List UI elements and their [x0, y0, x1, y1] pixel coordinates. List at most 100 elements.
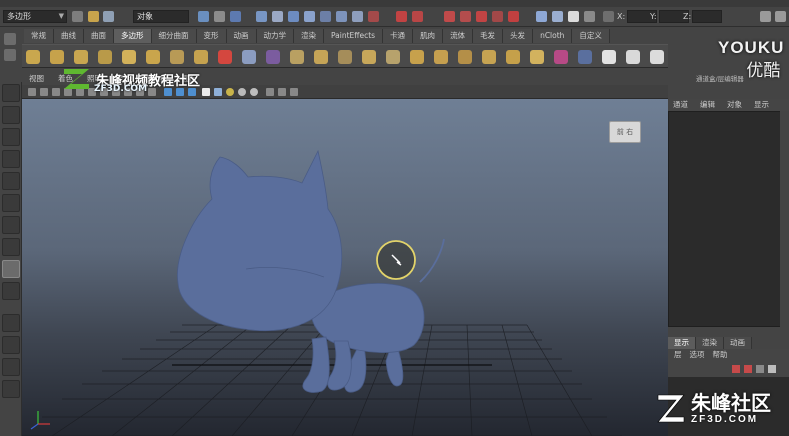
select-camera-icon[interactable] [28, 88, 36, 96]
shelf-tab-16[interactable]: 自定义 [572, 29, 610, 43]
poly-plane-icon[interactable] [122, 50, 136, 64]
shelf-tab-9[interactable]: PaintEffects [324, 29, 384, 43]
poly-helix-icon[interactable] [242, 50, 256, 64]
shelf-tab-7[interactable]: 动力学 [256, 29, 294, 43]
split-polygon-icon[interactable] [506, 50, 520, 64]
rotate-tool-icon[interactable] [2, 172, 20, 190]
layer-menu-item-1[interactable]: 选项 [690, 349, 705, 361]
render-settings-icon[interactable] [584, 11, 595, 22]
select-misc-icon[interactable] [368, 11, 379, 22]
select-rendering-icon[interactable] [352, 11, 363, 22]
single-perspective-layout-icon[interactable] [2, 314, 20, 332]
new-scene-icon[interactable] [72, 11, 83, 22]
layer-tab-0[interactable]: 显示 [668, 337, 696, 349]
channel-box-menu-item-3[interactable]: 显示 [754, 99, 769, 111]
poly-torus-icon[interactable] [146, 50, 160, 64]
channel-box-menu-item-2[interactable]: 对象 [727, 99, 742, 111]
new-layer-icon[interactable] [732, 365, 740, 373]
render-current-frame-icon[interactable] [552, 11, 563, 22]
menu-set-dropdown[interactable]: 多边形 ▼ [3, 10, 67, 23]
combine-icon[interactable] [290, 50, 304, 64]
use-all-lights-icon[interactable] [214, 88, 222, 96]
xray-icon[interactable] [278, 88, 286, 96]
layer-tab-2[interactable]: 动画 [724, 337, 752, 349]
poly-soccer-ball-icon[interactable] [266, 50, 280, 64]
shelf-tab-5[interactable]: 变形 [196, 29, 227, 43]
extrude-icon[interactable] [434, 50, 448, 64]
construction-history-icon[interactable] [492, 11, 503, 22]
channel-box-panel[interactable] [668, 111, 789, 327]
shelf-tab-4[interactable]: 细分曲面 [151, 29, 197, 43]
shelf-tab-3[interactable]: 多边形 [114, 29, 152, 43]
shelf-tab-0[interactable]: 常规 [24, 29, 54, 43]
textured-icon[interactable] [202, 88, 210, 96]
select-handles-icon[interactable] [256, 11, 267, 22]
snap-view-plane-icon[interactable] [460, 11, 471, 22]
object-mode-icon[interactable] [214, 11, 225, 22]
bookmarks-icon[interactable] [52, 88, 60, 96]
poly-prism-icon[interactable] [170, 50, 184, 64]
select-curves-icon[interactable] [288, 11, 299, 22]
shelf-tab-13[interactable]: 毛发 [473, 29, 504, 43]
panel-menu-item-0[interactable]: 视图 [29, 73, 44, 85]
planar-mapping-icon[interactable] [626, 50, 640, 64]
magnet-icon[interactable] [508, 11, 519, 22]
poly-cylinder-icon[interactable] [74, 50, 88, 64]
render-view-icon[interactable] [536, 11, 547, 22]
move-layer-down-icon[interactable] [768, 365, 776, 373]
selection-mask-dropdown[interactable]: 对象 [133, 10, 189, 23]
persp-outliner-layout-icon[interactable] [2, 358, 20, 376]
mirror-icon[interactable] [410, 50, 424, 64]
show-manipulator-icon[interactable] [2, 260, 20, 278]
isolate-select-icon[interactable] [266, 88, 274, 96]
shelf-tab-14[interactable]: 头发 [503, 29, 534, 43]
select-surfaces-icon[interactable] [304, 11, 315, 22]
smooth-icon[interactable] [362, 50, 376, 64]
move-layer-up-icon[interactable] [756, 365, 764, 373]
select-dynamics-icon[interactable] [336, 11, 347, 22]
shelf-menu-icon[interactable] [4, 33, 16, 45]
paint-select-tool-icon[interactable] [2, 128, 20, 146]
new-layer-selected-icon[interactable] [744, 365, 752, 373]
layer-menu-item-0[interactable]: 层 [674, 349, 682, 361]
four-view-layout-icon[interactable] [2, 336, 20, 354]
merge-vertex-icon[interactable] [578, 50, 592, 64]
hierarchy-mode-icon[interactable] [198, 11, 209, 22]
move-tool-icon[interactable] [2, 150, 20, 168]
toggle-attribute-editor-icon[interactable] [760, 11, 771, 22]
automatic-mapping-icon[interactable] [650, 50, 664, 64]
main-menu-bar[interactable] [0, 0, 789, 7]
open-scene-icon[interactable] [88, 11, 99, 22]
channel-box-menu-item-0[interactable]: 通道 [673, 99, 688, 111]
shadows-icon[interactable] [226, 88, 234, 96]
select-joints-icon[interactable] [272, 11, 283, 22]
toggle-channel-box-icon[interactable] [775, 11, 786, 22]
uv-texture-editor-icon[interactable] [602, 50, 616, 64]
shelf-tab-1[interactable]: 曲线 [54, 29, 84, 43]
snap-point-icon[interactable] [444, 11, 455, 22]
camera-attributes-icon[interactable] [40, 88, 48, 96]
poly-cone-icon[interactable] [98, 50, 112, 64]
channel-box-menu-item-1[interactable]: 编辑 [700, 99, 715, 111]
shelf-editor-icon[interactable] [4, 49, 16, 61]
perspective-viewport[interactable]: 前 右 [22, 99, 668, 436]
z-coord-field[interactable] [692, 10, 722, 23]
shelf-tab-11[interactable]: 肌肉 [413, 29, 444, 43]
poly-pyramid-icon[interactable] [194, 50, 208, 64]
boolean-icon[interactable] [386, 50, 400, 64]
offset-edge-loop-icon[interactable] [554, 50, 568, 64]
make-live-icon[interactable] [476, 11, 487, 22]
input-line-icon[interactable] [603, 11, 614, 22]
append-polygon-icon[interactable] [482, 50, 496, 64]
component-mode-icon[interactable] [230, 11, 241, 22]
soft-mod-tool-icon[interactable] [2, 238, 20, 256]
shelf-tab-2[interactable]: 曲面 [84, 29, 114, 43]
lasso-tool-icon[interactable] [2, 106, 20, 124]
shelf-tab-10[interactable]: 卡通 [383, 29, 414, 43]
select-tool-icon[interactable] [2, 84, 20, 102]
channel-box-side-strip[interactable] [780, 111, 789, 327]
xray-joints-icon[interactable] [290, 88, 298, 96]
select-deformations-icon[interactable] [320, 11, 331, 22]
insert-edge-loop-icon[interactable] [530, 50, 544, 64]
universal-manipulator-icon[interactable] [2, 216, 20, 234]
